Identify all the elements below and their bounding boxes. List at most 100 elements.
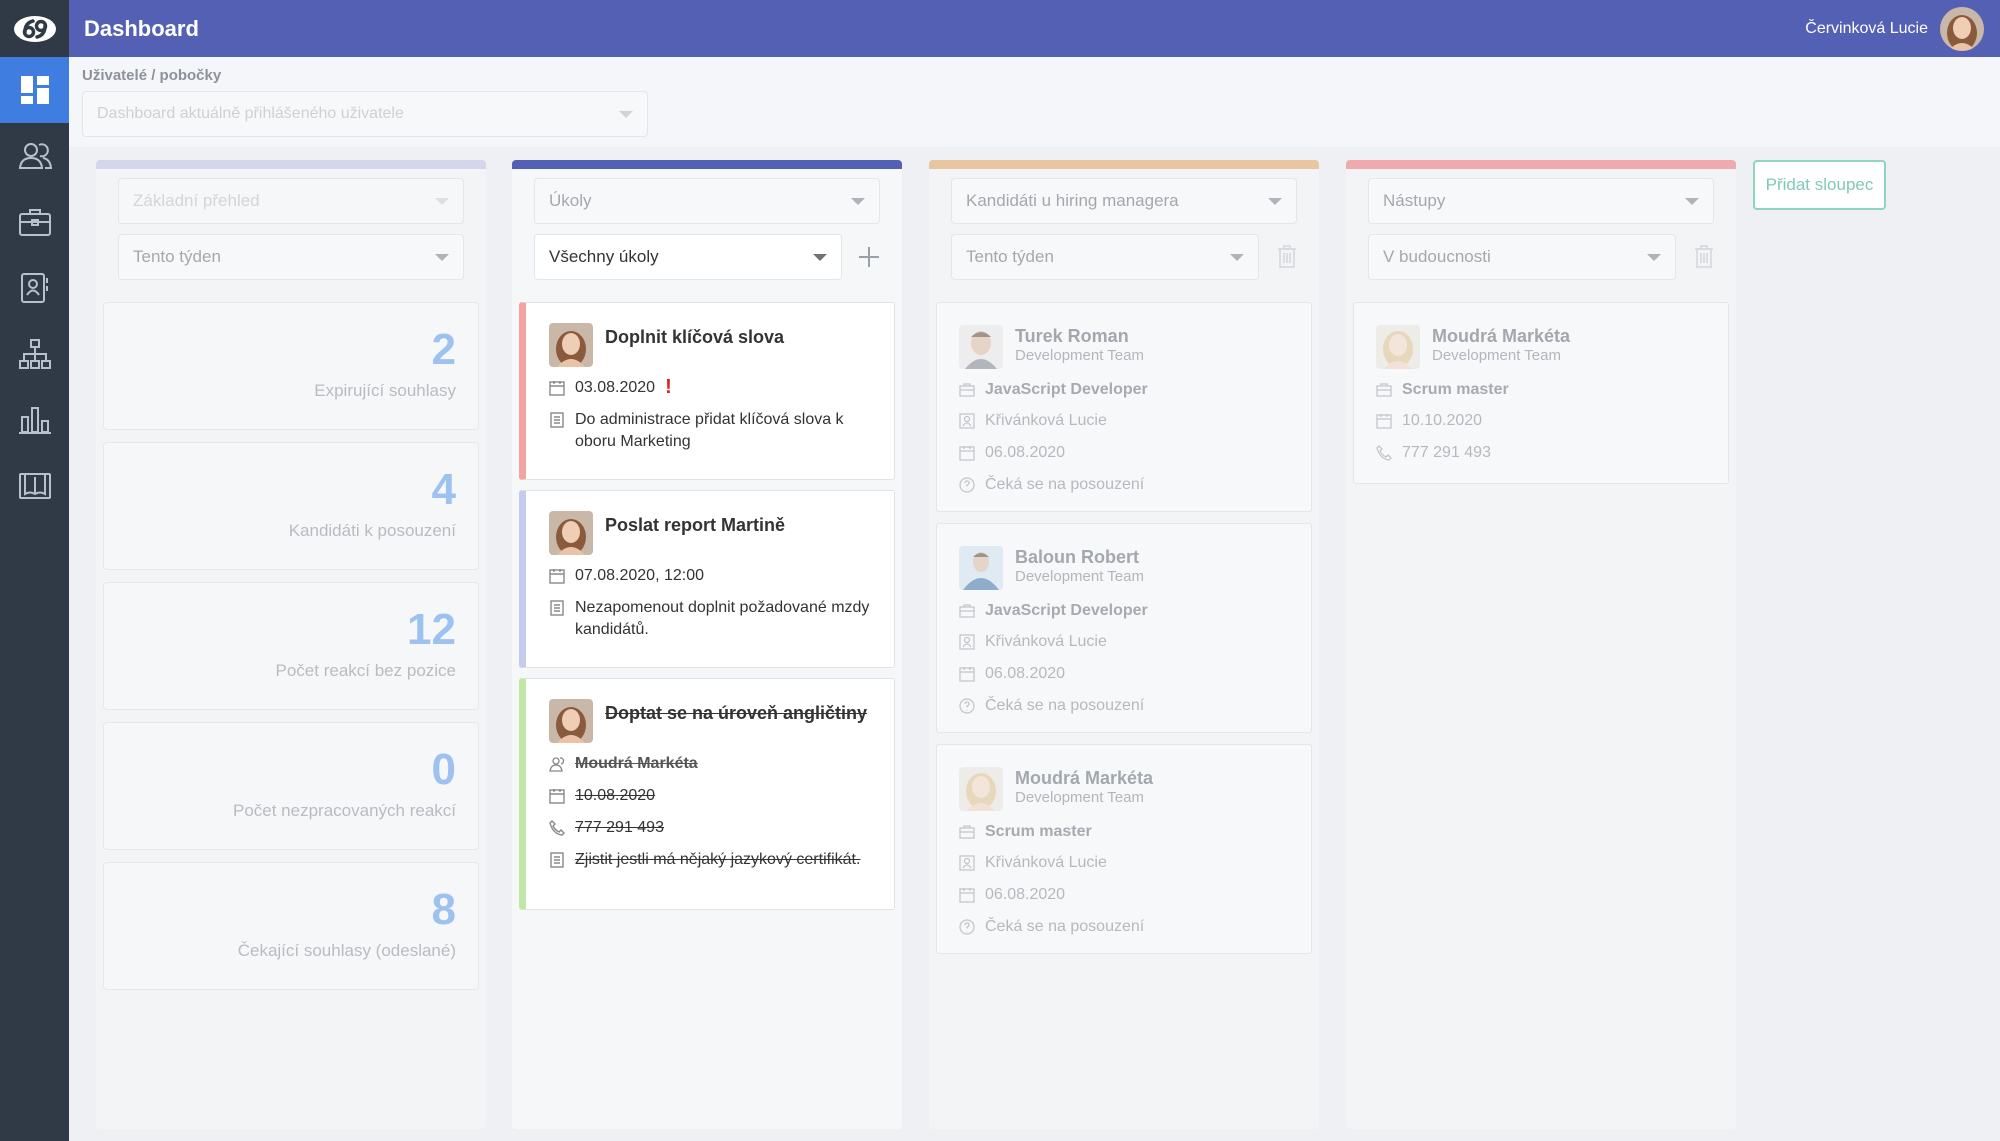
task-card[interactable]: Poslat report Martině 07.08.2020, 12:00 … bbox=[519, 490, 895, 668]
chevron-down-icon bbox=[619, 110, 633, 118]
column-type-select[interactable]: Kandidáti u hiring managera bbox=[951, 178, 1297, 224]
stat-card[interactable]: 8 Čekající souhlasy (odeslané) bbox=[103, 862, 479, 990]
start-date: 10.10.2020 bbox=[1402, 412, 1483, 429]
nav-help[interactable] bbox=[0, 453, 69, 519]
user-name: Červinková Lucie bbox=[1805, 19, 1928, 37]
column-type-select[interactable]: Úkoly bbox=[534, 178, 880, 224]
candidate-manager: Křivánková Lucie bbox=[985, 633, 1107, 650]
task-card[interactable]: Doplnit klíčová slova 03.08.2020 ! Do ad… bbox=[519, 302, 895, 480]
nav-positions[interactable] bbox=[0, 189, 69, 255]
user-menu[interactable]: Červinková Lucie bbox=[1805, 6, 1984, 51]
app-logo[interactable] bbox=[0, 0, 69, 57]
chevron-down-icon bbox=[435, 197, 449, 205]
candidate-card[interactable]: Moudrá Markéta Development Team Scrum ma… bbox=[936, 744, 1312, 954]
task-card-completed[interactable]: Doptat se na úroveň angličtiny Moudrá Ma… bbox=[519, 678, 895, 910]
stat-value: 12 bbox=[407, 605, 456, 654]
nav-contacts[interactable] bbox=[0, 255, 69, 321]
candidate-date: 06.08.2020 bbox=[985, 665, 1066, 682]
manager-icon bbox=[959, 410, 977, 436]
chevron-down-icon bbox=[813, 253, 827, 261]
candidate-position: Scrum master bbox=[1402, 381, 1509, 398]
add-column-button[interactable]: Přidat sloupec bbox=[1753, 160, 1886, 210]
candidate-manager: Křivánková Lucie bbox=[985, 854, 1107, 871]
users-icon bbox=[549, 753, 567, 779]
delete-column-button[interactable] bbox=[1277, 244, 1297, 273]
stat-card[interactable]: 0 Počet nezpracovaných reakcí bbox=[103, 722, 479, 850]
nav-reports[interactable] bbox=[0, 387, 69, 453]
column-type-select[interactable]: Nástupy bbox=[1368, 178, 1714, 224]
calendar-icon bbox=[959, 663, 977, 689]
task-title: Doplnit klíčová slova bbox=[605, 327, 785, 347]
dashboard-column-starts: Nástupy V budoucnosti Moudrá Markéta Dev… bbox=[1346, 160, 1736, 1129]
candidate-team: Development Team bbox=[1015, 568, 1144, 585]
nav-dashboard[interactable] bbox=[0, 57, 69, 123]
delete-column-button[interactable] bbox=[1694, 244, 1714, 273]
period-value: Tento týden bbox=[133, 247, 221, 266]
org-chart-icon bbox=[18, 339, 51, 369]
user-branch-select-placeholder: Dashboard aktuálně přihlášeného uživatel… bbox=[97, 105, 404, 122]
users-icon bbox=[18, 143, 52, 169]
column-color-stripe bbox=[929, 160, 1319, 169]
nav-users[interactable] bbox=[0, 123, 69, 189]
start-card[interactable]: Moudrá Markéta Development Team Scrum ma… bbox=[1353, 302, 1729, 484]
question-icon bbox=[959, 695, 977, 721]
candidate-name: Baloun Robert bbox=[1015, 547, 1139, 567]
stat-label: Čekající souhlasy (odeslané) bbox=[237, 941, 456, 960]
stat-label: Počet nezpracovaných reakcí bbox=[232, 801, 456, 820]
chevron-down-icon bbox=[1685, 197, 1699, 205]
column-type-value: Úkoly bbox=[549, 191, 592, 210]
column-type-value: Nástupy bbox=[1383, 191, 1446, 210]
task-owner-avatar bbox=[549, 323, 593, 367]
trash-icon bbox=[1695, 245, 1713, 268]
user-avatar[interactable] bbox=[1940, 6, 1984, 51]
candidate-avatar bbox=[959, 325, 1003, 369]
overdue-indicator: ! bbox=[665, 376, 672, 398]
dashboard-column-candidates: Kandidáti u hiring managera Tento týden … bbox=[929, 160, 1319, 1129]
stat-card[interactable]: 4 Kandidáti k posouzení bbox=[103, 442, 479, 570]
phone-icon bbox=[549, 817, 567, 843]
stat-card[interactable]: 12 Počet reakcí bez pozice bbox=[103, 582, 479, 710]
column-color-stripe bbox=[96, 160, 486, 169]
candidate-status: Čeká se na posouzení bbox=[985, 697, 1145, 714]
dashboard-icon bbox=[20, 76, 49, 104]
candidate-team: Development Team bbox=[1015, 347, 1144, 364]
task-title: Poslat report Martině bbox=[605, 515, 786, 535]
candidate-avatar bbox=[1376, 325, 1420, 369]
candidate-card[interactable]: Baloun Robert Development Team JavaScrip… bbox=[936, 523, 1312, 733]
briefcase-icon bbox=[959, 600, 977, 625]
candidate-position: JavaScript Developer bbox=[985, 602, 1148, 619]
top-bar: Dashboard Červinková Lucie bbox=[69, 0, 2000, 57]
calendar-icon bbox=[549, 565, 567, 591]
candidate-date: 06.08.2020 bbox=[985, 444, 1066, 461]
period-select[interactable]: V budoucnosti bbox=[1368, 234, 1676, 280]
bar-chart-icon bbox=[18, 407, 51, 434]
nav-structure[interactable] bbox=[0, 321, 69, 387]
stat-label: Počet reakcí bez pozice bbox=[275, 661, 456, 680]
dashboard-column-overview: Základní přehled Tento týden 2 Expirujíc… bbox=[96, 160, 486, 1129]
column-type-select[interactable]: Základní přehled bbox=[118, 178, 464, 224]
candidate-avatar bbox=[959, 546, 1003, 590]
period-select[interactable]: Tento týden bbox=[118, 234, 464, 280]
candidate-name: Moudrá Markéta bbox=[1015, 768, 1154, 788]
task-owner-avatar bbox=[549, 511, 593, 555]
task-filter-value: Všechny úkoly bbox=[549, 247, 659, 266]
manager-icon bbox=[959, 631, 977, 657]
add-task-button[interactable] bbox=[858, 246, 880, 273]
logo-icon bbox=[13, 15, 56, 42]
period-select[interactable]: Tento týden bbox=[951, 234, 1259, 280]
stat-card[interactable]: 2 Expirující souhlasy bbox=[103, 302, 479, 430]
stat-value: 2 bbox=[431, 325, 456, 374]
candidate-manager: Křivánková Lucie bbox=[985, 412, 1107, 429]
candidate-card[interactable]: Turek Roman Development Team JavaScript … bbox=[936, 302, 1312, 512]
user-branch-select[interactable]: Dashboard aktuálně přihlášeného uživatel… bbox=[82, 91, 648, 137]
column-type-value: Základní přehled bbox=[133, 191, 260, 210]
column-color-stripe bbox=[512, 160, 902, 169]
task-owner-avatar bbox=[549, 699, 593, 743]
contacts-icon bbox=[20, 273, 48, 303]
filter-bar: Uživatelé / pobočky Dashboard aktuálně p… bbox=[69, 57, 2000, 147]
task-person: Moudrá Markéta bbox=[575, 755, 698, 772]
task-due-date: 10.08.2020 bbox=[575, 787, 656, 804]
candidate-position: JavaScript Developer bbox=[985, 381, 1148, 398]
task-filter-select[interactable]: Všechny úkoly bbox=[534, 234, 842, 280]
chevron-down-icon bbox=[435, 253, 449, 261]
